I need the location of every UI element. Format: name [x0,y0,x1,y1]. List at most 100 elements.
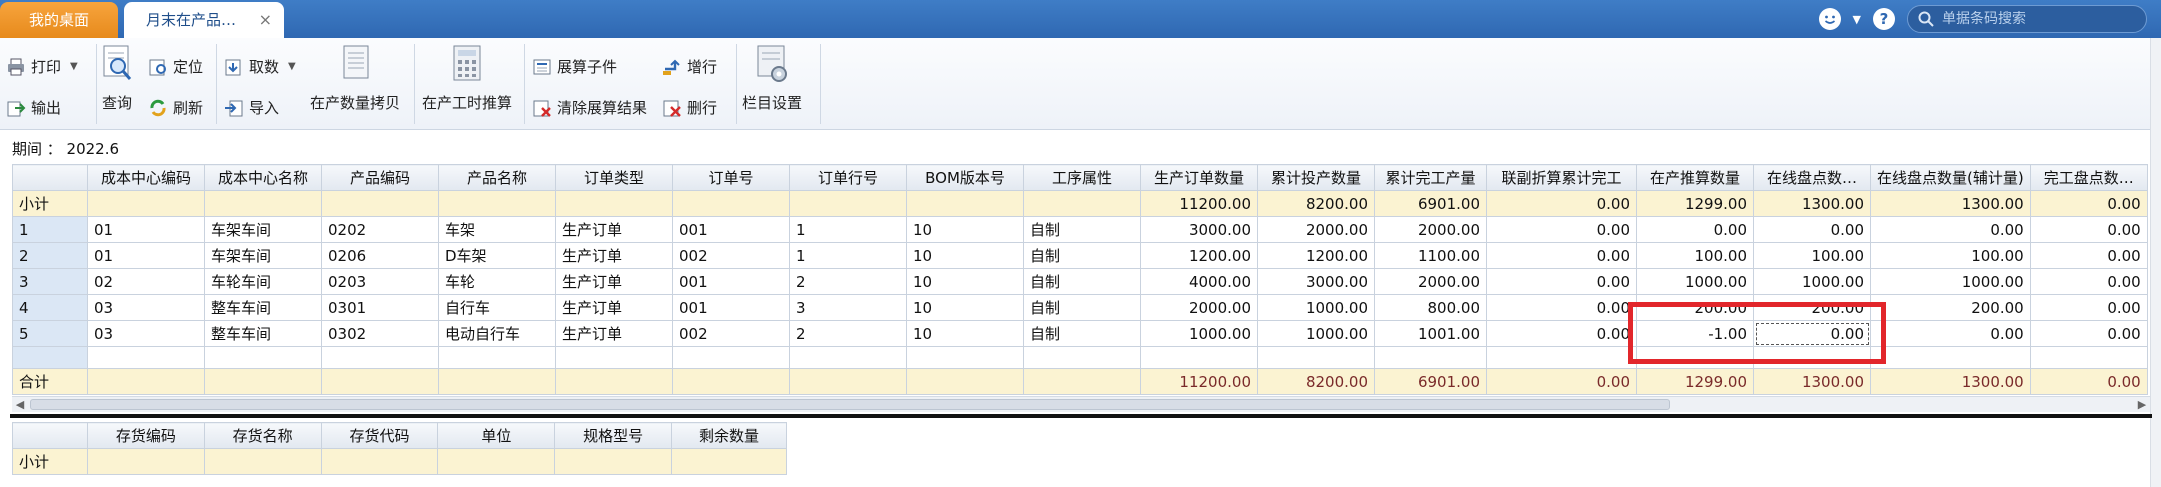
column-header[interactable]: 生产订单数量 [1140,164,1258,191]
table-cell[interactable] [204,346,322,369]
column-header[interactable]: 在产推算数量 [1636,164,1754,191]
table-cell[interactable] [1486,346,1637,369]
table-cell[interactable]: 6901.00 [1374,190,1487,217]
table-cell[interactable] [321,190,439,217]
table-cell[interactable] [87,346,205,369]
table-cell[interactable]: 1 [789,216,907,243]
table-cell[interactable]: 0.00 [1486,268,1637,295]
table-cell[interactable] [12,346,88,369]
table-cell[interactable]: 生产订单 [555,216,673,243]
table-cell[interactable]: 0.00 [1486,294,1637,321]
table-cell[interactable] [86,448,205,475]
table-cell[interactable]: 车轮车间 [204,268,322,295]
refresh-button[interactable]: 刷新 [148,97,203,118]
table-cell[interactable] [554,448,673,475]
table-cell[interactable]: 0301 [321,294,439,321]
tab-my-desktop[interactable]: 我的桌面 [0,2,118,38]
table-cell[interactable]: 0.00 [1486,320,1637,347]
table-cell[interactable] [789,368,907,395]
table-cell[interactable]: 车轮 [438,268,556,295]
column-header[interactable]: 联副折算累计完工 [1486,164,1637,191]
table-cell[interactable]: 0202 [321,216,439,243]
table-cell[interactable] [321,368,439,395]
column-header[interactable]: 单位 [437,422,556,449]
column-header[interactable]: 成本中心名称 [204,164,322,191]
table-cell[interactable] [1636,346,1754,369]
table-cell[interactable]: 自制 [1023,294,1141,321]
column-header[interactable]: 产品名称 [438,164,556,191]
table-cell[interactable] [789,346,907,369]
column-header[interactable]: 剩余数量 [671,422,787,449]
table-cell[interactable] [555,368,673,395]
column-header[interactable]: 订单号 [672,164,790,191]
delete-row-button[interactable]: 删行 [662,97,717,118]
table-cell[interactable]: 1000.00 [1257,320,1375,347]
table-cell[interactable]: 自制 [1023,242,1141,269]
table-cell[interactable] [671,448,787,475]
table-cell[interactable] [320,448,439,475]
table-cell[interactable]: 0.00 [2029,320,2148,347]
row-label[interactable]: 小计 [12,190,88,217]
table-cell[interactable] [87,190,205,217]
table-cell[interactable]: 10 [906,320,1024,347]
row-label[interactable]: 合计 [12,368,88,395]
row-number-header[interactable] [12,164,88,191]
table-cell[interactable] [2029,346,2148,369]
table-row[interactable]: 1 01 车架车间 0202 车架 生产订单 001 1 10 自制 3000.00 2000.00 2… [12,216,2148,243]
table-cell[interactable]: 2000.00 [1374,268,1487,295]
table-cell[interactable]: 0.00 [2029,242,2148,269]
table-cell[interactable] [204,368,322,395]
table-cell[interactable]: 0.00 [1486,216,1637,243]
table-cell[interactable]: 11200.00 [1140,368,1258,395]
table-cell[interactable] [672,190,790,217]
table-cell[interactable] [438,368,556,395]
table-cell[interactable]: 03 [87,320,205,347]
copy-wip-qty-button[interactable]: 在产数量拷贝 [310,44,400,113]
table-cell[interactable]: 1300.00 [1753,190,1871,217]
table-cell[interactable]: 100.00 [1870,242,2031,269]
table-cell[interactable]: 1300.00 [1870,190,2031,217]
table-cell[interactable]: 2000.00 [1374,216,1487,243]
table-cell[interactable] [1023,190,1141,217]
table-cell[interactable]: 10 [906,294,1024,321]
column-header[interactable]: 存货名称 [203,422,322,449]
table-cell[interactable]: 0.00 [1486,242,1637,269]
table-cell[interactable]: 1000.00 [1636,268,1754,295]
table-cell[interactable]: 1300.00 [1870,368,2031,395]
table-cell[interactable]: 0.00 [1753,216,1871,243]
column-header[interactable]: 订单行号 [789,164,907,191]
row-label[interactable]: 3 [12,268,88,295]
table-cell[interactable] [437,448,556,475]
table-cell[interactable]: 2000.00 [1257,216,1375,243]
table-cell[interactable]: 1000.00 [1753,268,1871,295]
table-cell[interactable]: 车架车间 [204,242,322,269]
smiley-icon[interactable] [1818,8,1841,30]
table-cell[interactable] [1023,368,1141,395]
table-cell[interactable]: 0.00 [1636,216,1754,243]
table-cell[interactable]: 0.00 [1870,216,2031,243]
column-header[interactable]: 成本中心编码 [87,164,205,191]
table-cell[interactable]: 0.00 [1753,320,1871,347]
subtotal-row[interactable]: 小计 [12,448,787,475]
table-cell[interactable]: 3000.00 [1140,216,1258,243]
table-cell[interactable]: 100.00 [1753,242,1871,269]
table-cell[interactable]: 0.00 [2029,268,2148,295]
table-cell[interactable]: -1.00 [1636,320,1754,347]
chevron-down-icon[interactable]: ▼ [288,61,296,72]
table-cell[interactable]: 1001.00 [1374,320,1487,347]
table-cell[interactable] [906,368,1024,395]
table-row[interactable]: 2 01 车架车间 0206 D车架 生产订单 002 1 10 自制 1200.00 1200.00… [12,242,2148,269]
horizontal-scrollbar[interactable]: ◀ ▶ [12,396,2150,412]
table-cell[interactable]: 生产订单 [555,242,673,269]
table-cell[interactable]: 生产订单 [555,268,673,295]
table-cell[interactable]: 0.00 [2029,294,2148,321]
column-header[interactable]: 累计完工产量 [1374,164,1487,191]
table-cell[interactable]: 0.00 [1870,320,2031,347]
table-cell[interactable]: 车架车间 [204,216,322,243]
table-cell[interactable] [555,190,673,217]
table-cell[interactable]: 002 [672,320,790,347]
column-header[interactable]: 规格型号 [554,422,673,449]
table-cell[interactable]: D车架 [438,242,556,269]
table-cell[interactable]: 001 [672,268,790,295]
table-cell[interactable]: 生产订单 [555,294,673,321]
